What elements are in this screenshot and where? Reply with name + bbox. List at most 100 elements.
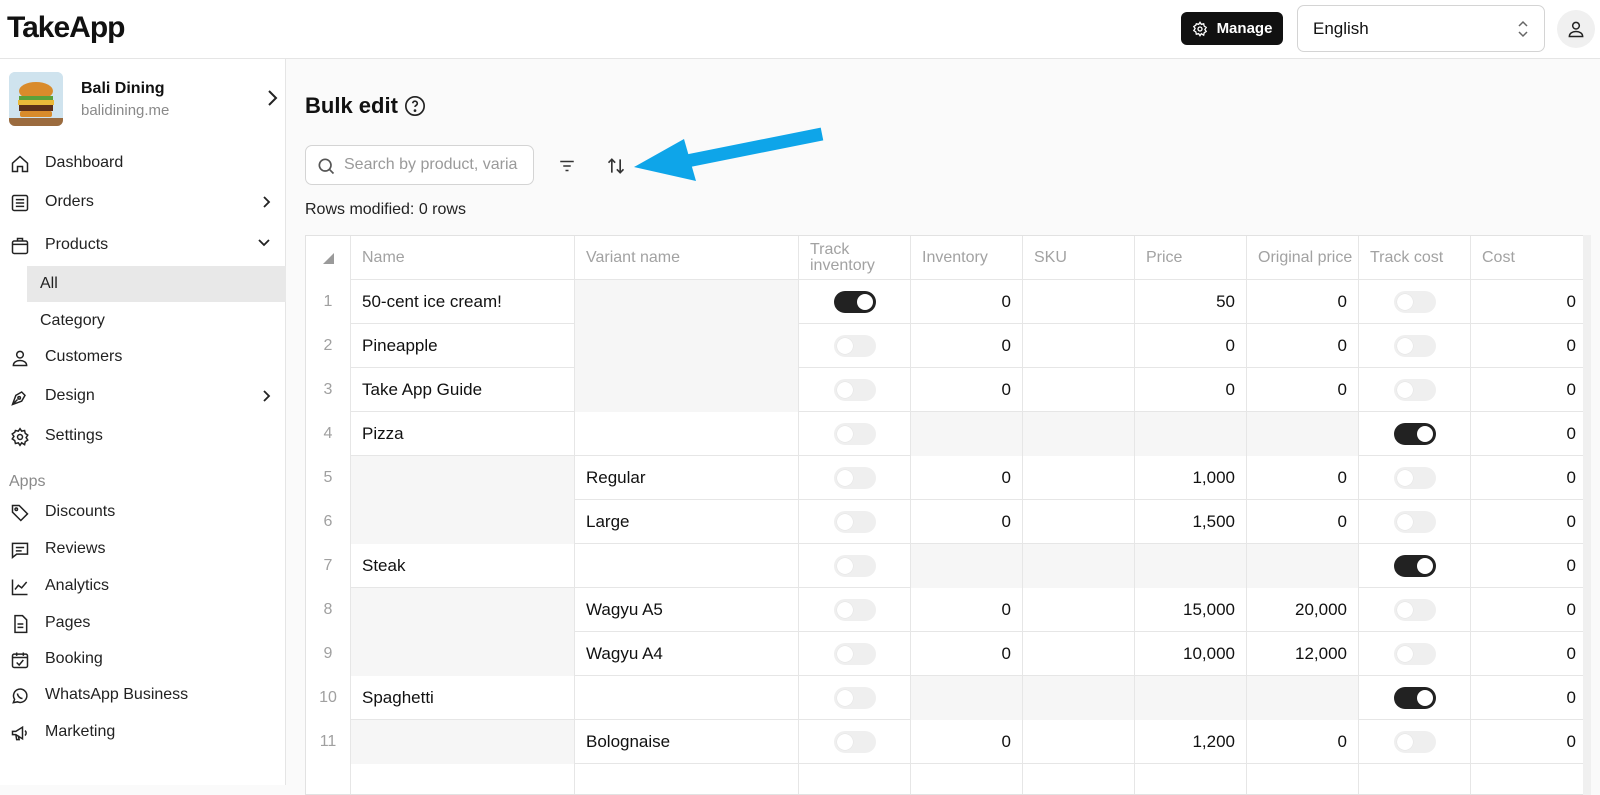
sidebar-item-customers[interactable]: Customers [0, 339, 286, 375]
cell-inventory[interactable] [911, 676, 1023, 720]
user-menu-button[interactable] [1557, 10, 1595, 48]
cell-name[interactable] [351, 632, 575, 676]
cell-inventory[interactable] [911, 544, 1023, 588]
cell-sku[interactable] [1023, 676, 1135, 720]
filter-button[interactable] [554, 153, 580, 179]
toggle-switch[interactable] [1393, 291, 1436, 313]
cell-sku[interactable] [1023, 720, 1135, 764]
cell-price[interactable] [1135, 676, 1247, 720]
cell-track-inventory[interactable] [799, 280, 911, 324]
toggle-switch[interactable] [1393, 731, 1436, 753]
cell-variant[interactable]: Regular [575, 456, 799, 500]
cell-inventory[interactable]: 0 [911, 500, 1023, 544]
search-box[interactable] [305, 145, 534, 185]
store-switcher[interactable]: Bali Dining balidining.me [9, 72, 279, 126]
cell-variant[interactable] [575, 280, 799, 324]
cell-track-cost[interactable] [1359, 500, 1471, 544]
cell-name[interactable] [351, 720, 575, 764]
cell-track-cost[interactable] [1359, 280, 1471, 324]
cell-sku[interactable] [1023, 324, 1135, 368]
cell-track-cost[interactable] [1359, 676, 1471, 720]
cell-sku[interactable] [1023, 632, 1135, 676]
cell-original-price[interactable]: 0 [1247, 456, 1359, 500]
cell-inventory[interactable]: 0 [911, 456, 1023, 500]
cell-variant[interactable]: Bolognaise [575, 720, 799, 764]
cell-price[interactable]: 0 [1135, 368, 1247, 412]
cell-cost[interactable]: 0 [1471, 720, 1586, 764]
sidebar-item-analytics[interactable]: Analytics [0, 568, 286, 604]
cell-track-inventory[interactable] [799, 412, 911, 456]
app-logo[interactable]: TakeApp [7, 11, 125, 45]
toggle-switch[interactable] [833, 555, 876, 577]
cell-track-cost[interactable] [1359, 368, 1471, 412]
cell-track-inventory[interactable] [799, 764, 911, 794]
cell-cost[interactable]: 0 [1471, 412, 1586, 456]
cell-price[interactable]: 1,000 [1135, 456, 1247, 500]
cell-track-cost[interactable] [1359, 764, 1471, 794]
cell-name[interactable]: 50-cent ice cream! [351, 280, 575, 324]
cell-price[interactable] [1135, 544, 1247, 588]
cell-price[interactable]: 1,200 [1135, 720, 1247, 764]
cell-sku[interactable] [1023, 500, 1135, 544]
col-header-track-cost[interactable]: Track cost [1359, 236, 1471, 280]
toggle-switch[interactable] [1393, 379, 1436, 401]
sidebar-subitem-category[interactable]: Category [27, 303, 286, 339]
sidebar-item-booking[interactable]: Booking [0, 641, 286, 677]
cell-track-inventory[interactable] [799, 720, 911, 764]
toggle-switch[interactable] [833, 731, 876, 753]
cell-track-cost[interactable] [1359, 456, 1471, 500]
cell-price[interactable]: 10,000 [1135, 632, 1247, 676]
cell-sku[interactable] [1023, 412, 1135, 456]
col-header-cost[interactable]: Cost [1471, 236, 1586, 280]
help-circle-icon[interactable] [404, 95, 426, 117]
cell-track-inventory[interactable] [799, 544, 911, 588]
cell-original-price[interactable]: 20,000 [1247, 588, 1359, 632]
cell-original-price[interactable] [1247, 764, 1359, 794]
cell-original-price[interactable] [1247, 676, 1359, 720]
cell-price[interactable]: 0 [1135, 324, 1247, 368]
cell-original-price[interactable]: 12,000 [1247, 632, 1359, 676]
cell-variant[interactable] [575, 544, 799, 588]
cell-inventory[interactable]: 0 [911, 632, 1023, 676]
cell-track-inventory[interactable] [799, 456, 911, 500]
cell-original-price[interactable]: 0 [1247, 500, 1359, 544]
cell-original-price[interactable]: 0 [1247, 368, 1359, 412]
sort-button[interactable] [602, 152, 630, 180]
cell-name[interactable] [351, 764, 575, 794]
cell-inventory[interactable] [911, 412, 1023, 456]
toggle-switch[interactable] [833, 379, 876, 401]
cell-inventory[interactable]: 0 [911, 720, 1023, 764]
cell-track-cost[interactable] [1359, 544, 1471, 588]
cell-variant[interactable] [575, 764, 799, 794]
toggle-switch[interactable] [1393, 555, 1436, 577]
col-header-name[interactable]: Name [351, 236, 575, 280]
cell-price[interactable]: 50 [1135, 280, 1247, 324]
cell-sku[interactable] [1023, 544, 1135, 588]
cell-variant[interactable] [575, 324, 799, 368]
toggle-switch[interactable] [833, 291, 876, 313]
cell-inventory[interactable]: 0 [911, 368, 1023, 412]
cell-track-cost[interactable] [1359, 632, 1471, 676]
toggle-switch[interactable] [1393, 335, 1436, 357]
sidebar-item-dashboard[interactable]: Dashboard [0, 145, 286, 181]
sidebar-item-products[interactable]: Products [0, 227, 286, 263]
col-header-price[interactable]: Price [1135, 236, 1247, 280]
toggle-switch[interactable] [1393, 599, 1436, 621]
col-header-variant[interactable]: Variant name [575, 236, 799, 280]
toggle-switch[interactable] [833, 423, 876, 445]
cell-track-cost[interactable] [1359, 588, 1471, 632]
cell-sku[interactable] [1023, 764, 1135, 794]
cell-track-inventory[interactable] [799, 324, 911, 368]
sidebar-item-settings[interactable]: Settings [0, 418, 286, 454]
cell-variant[interactable] [575, 368, 799, 412]
cell-variant[interactable]: Wagyu A4 [575, 632, 799, 676]
cell-variant[interactable] [575, 676, 799, 720]
cell-track-inventory[interactable] [799, 500, 911, 544]
sidebar-item-pages[interactable]: Pages [0, 605, 286, 641]
cell-track-inventory[interactable] [799, 368, 911, 412]
toggle-switch[interactable] [833, 643, 876, 665]
cell-track-inventory[interactable] [799, 676, 911, 720]
cell-inventory[interactable] [911, 764, 1023, 794]
cell-name[interactable]: Pineapple [351, 324, 575, 368]
cell-name[interactable] [351, 588, 575, 632]
